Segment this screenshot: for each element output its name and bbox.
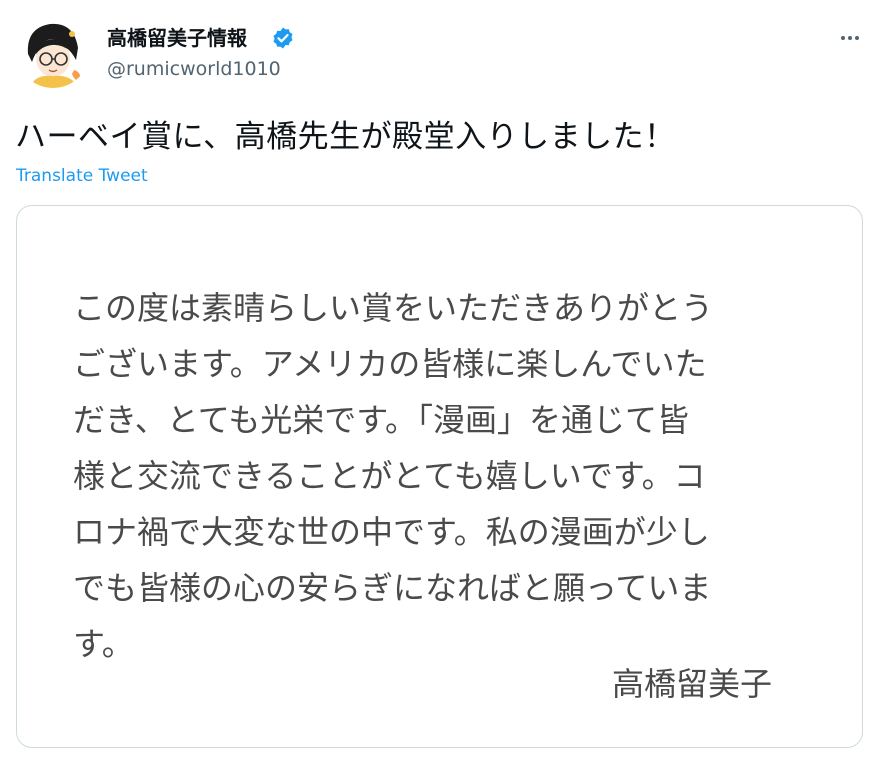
statement-line: 様と交流できることがとても嬉しいです。コ — [73, 457, 706, 495]
statement-text: この度は素晴らしい賞をいただきありがとう ございます。アメリカの皆様に楽しんでい… — [73, 280, 813, 672]
statement-line: でも皆様の心の安らぎになればと願っていま — [73, 569, 712, 607]
avatar[interactable] — [16, 14, 90, 88]
avatar-illustration — [16, 14, 90, 88]
author-handle[interactable]: @rumicworld1010 — [107, 57, 281, 81]
verified-badge-icon — [271, 26, 295, 50]
statement-line: ございます。アメリカの皆様に楽しんでいた — [73, 345, 707, 383]
tweet-media-card[interactable]: この度は素晴らしい賞をいただきありがとう ございます。アメリカの皆様に楽しんでい… — [16, 205, 863, 748]
tweet-text: ハーベイ賞に、高橋先生が殿堂入りしました！ — [15, 119, 676, 155]
statement-line: この度は素晴らしい賞をいただきありがとう — [73, 289, 714, 327]
statement-line: ロナ禍で大変な世の中です。私の漫画が少し — [73, 513, 710, 551]
statement-line: だき、とても光栄です。「漫画」を通じて皆 — [73, 401, 690, 439]
author-display-name[interactable]: 高橋留美子情報 — [107, 24, 247, 52]
statement-signature: 高橋留美子 — [612, 665, 773, 703]
more-options-icon — [841, 36, 859, 40]
translate-tweet-link[interactable]: Translate Tweet — [16, 165, 148, 187]
more-options-button[interactable] — [834, 22, 866, 54]
